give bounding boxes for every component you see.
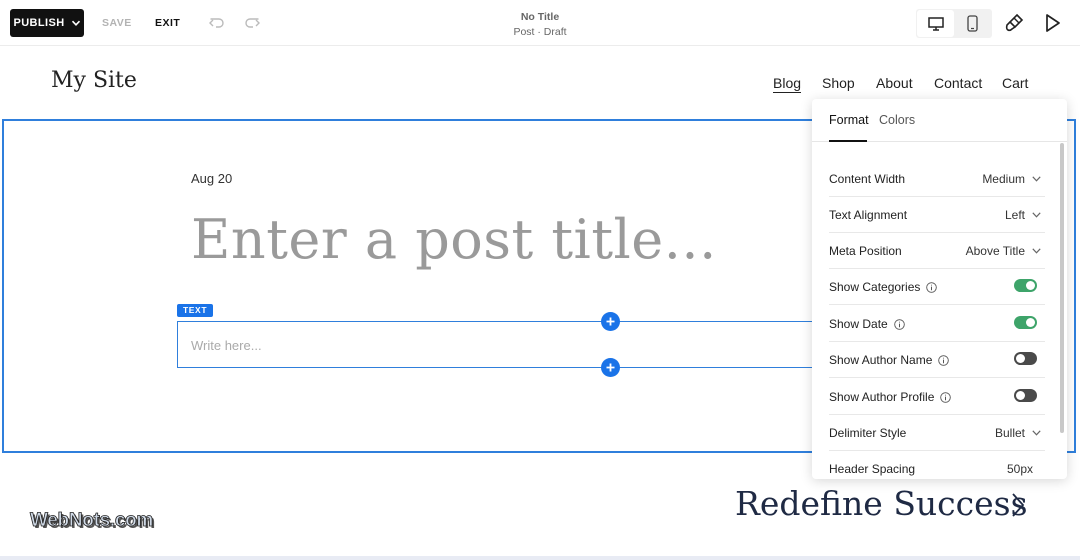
- chevron-down-icon: [1032, 212, 1041, 218]
- setting-label: Delimiter Style: [829, 426, 907, 440]
- header-spacing-value[interactable]: 50px: [1007, 462, 1033, 476]
- setting-label: Show Author Name: [829, 353, 933, 367]
- mobile-icon: [967, 15, 978, 32]
- content-width-dropdown[interactable]: Medium: [982, 172, 1041, 186]
- setting-value: 50px: [1006, 462, 1033, 476]
- site-title[interactable]: My Site: [51, 68, 137, 93]
- chevron-down-icon: [1032, 176, 1041, 182]
- setting-label: Show Author Profile: [829, 390, 935, 404]
- nav-link-shop[interactable]: Shop: [822, 75, 855, 91]
- plus-icon: [606, 317, 615, 326]
- panel-tabs: Format Colors: [812, 99, 1067, 142]
- undo-icon[interactable]: [208, 14, 226, 32]
- show-categories-toggle[interactable]: [1014, 279, 1037, 292]
- setting-value: Bullet: [994, 426, 1025, 440]
- setting-delimiter-style[interactable]: Delimiter Style Bullet: [829, 414, 1045, 451]
- toggle-knob: [1016, 354, 1025, 363]
- paintbrush-icon[interactable]: [1004, 13, 1024, 33]
- tab-format[interactable]: Format: [829, 113, 869, 127]
- exit-button[interactable]: EXIT: [155, 17, 180, 29]
- play-icon[interactable]: [1044, 13, 1062, 33]
- add-block-below-button[interactable]: [601, 358, 620, 377]
- bottom-divider: [0, 556, 1080, 560]
- setting-content-width[interactable]: Content Width Medium: [829, 160, 1045, 197]
- text-block[interactable]: [177, 321, 827, 368]
- setting-value: Medium: [982, 172, 1025, 186]
- editor-toolbar: PUBLISH SAVE EXIT No Title Post · Draft: [0, 0, 1080, 46]
- text-alignment-dropdown[interactable]: Left: [1005, 208, 1041, 222]
- meta-position-dropdown[interactable]: Above Title: [966, 244, 1041, 258]
- nav-link-blog[interactable]: Blog: [773, 75, 802, 93]
- post-date: Aug 20: [191, 171, 233, 186]
- active-tab-indicator: [829, 140, 867, 142]
- info-icon[interactable]: [940, 391, 952, 403]
- toggle-knob: [1016, 391, 1025, 400]
- show-date-toggle[interactable]: [1014, 316, 1037, 329]
- setting-text-alignment[interactable]: Text Alignment Left: [829, 196, 1045, 233]
- post-settings-panel: Format Colors Content Width Medium Text …: [812, 99, 1067, 479]
- nav-link-cart[interactable]: Cart: [1002, 75, 1028, 91]
- setting-show-categories: Show Categories: [829, 268, 1045, 305]
- setting-label: Show Categories: [829, 280, 921, 294]
- setting-value: Left: [1004, 208, 1025, 222]
- nav-link-contact[interactable]: Contact: [934, 75, 982, 91]
- desktop-view-button[interactable]: [917, 10, 954, 37]
- chevron-down-icon: [1032, 430, 1041, 436]
- toggle-knob: [1026, 318, 1035, 327]
- info-icon[interactable]: [926, 281, 938, 293]
- info-icon[interactable]: [938, 354, 950, 366]
- document-title: No Title Post · Draft: [440, 10, 640, 40]
- toggle-knob: [1026, 281, 1035, 290]
- publish-button[interactable]: PUBLISH: [10, 9, 84, 37]
- setting-label: Header Spacing: [829, 462, 916, 476]
- delimiter-style-dropdown[interactable]: Bullet: [995, 426, 1041, 440]
- block-type-tag: TEXT: [177, 304, 214, 317]
- info-icon[interactable]: [893, 318, 905, 330]
- setting-value: Above Title: [965, 244, 1025, 258]
- redo-icon[interactable]: [243, 14, 261, 32]
- chevron-down-icon: [71, 20, 80, 26]
- setting-label: Text Alignment: [829, 208, 908, 222]
- publish-label: PUBLISH: [13, 17, 65, 29]
- setting-show-author-name: Show Author Name: [829, 341, 1045, 378]
- setting-meta-position[interactable]: Meta Position Above Title: [829, 232, 1045, 269]
- add-block-above-button[interactable]: [601, 312, 620, 331]
- chevron-right-icon[interactable]: [1011, 492, 1025, 518]
- tab-colors[interactable]: Colors: [879, 113, 915, 127]
- setting-label: Meta Position: [829, 244, 902, 258]
- device-switcher: [916, 9, 992, 38]
- mobile-view-button[interactable]: [954, 10, 991, 37]
- doc-status-text: Post · Draft: [513, 26, 567, 38]
- watermark-logo: WebNots.com: [30, 510, 154, 532]
- panel-scrollbar[interactable]: [1060, 143, 1064, 433]
- doc-title-text: No Title: [520, 11, 560, 23]
- show-author-name-toggle[interactable]: [1014, 352, 1037, 365]
- setting-show-author-profile: Show Author Profile: [829, 378, 1045, 415]
- nav-link-about[interactable]: About: [876, 75, 913, 91]
- setting-label: Show Date: [829, 317, 888, 331]
- text-block-placeholder[interactable]: Write here...: [191, 338, 262, 353]
- save-button[interactable]: SAVE: [102, 17, 132, 29]
- show-author-profile-toggle[interactable]: [1014, 389, 1037, 402]
- desktop-icon: [927, 16, 944, 31]
- plus-icon: [606, 363, 615, 372]
- setting-label: Content Width: [829, 172, 906, 186]
- chevron-down-icon: [1032, 248, 1041, 254]
- next-post-title[interactable]: Redefine Success: [735, 484, 1028, 523]
- setting-header-spacing[interactable]: Header Spacing 50px: [829, 450, 1045, 479]
- post-title-input[interactable]: Enter a post title...: [191, 208, 717, 271]
- setting-show-date: Show Date: [829, 305, 1045, 342]
